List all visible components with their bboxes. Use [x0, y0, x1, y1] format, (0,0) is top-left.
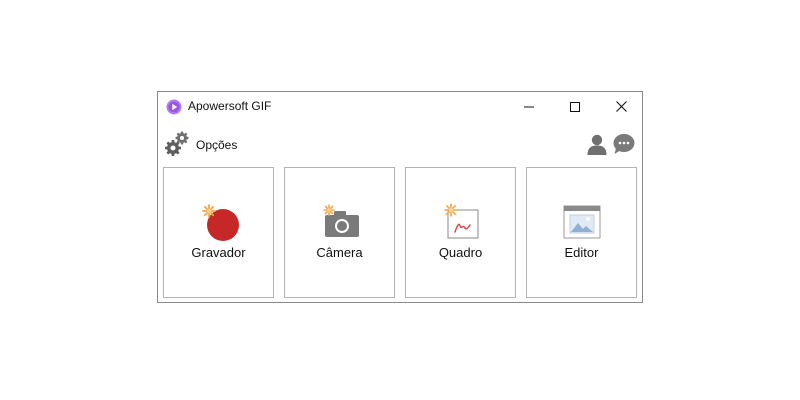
chat-bubble-icon[interactable]	[612, 133, 636, 155]
maximize-button[interactable]	[552, 92, 598, 121]
title-bar[interactable]: Apowersoft GIF	[158, 92, 642, 122]
minimize-icon	[524, 106, 534, 107]
editor-icon	[562, 202, 602, 242]
whiteboard-tile[interactable]: Quadro	[405, 167, 516, 298]
whiteboard-icon	[441, 202, 481, 242]
app-window: Apowersoft GIF Opções Gravador Câmera Qu…	[157, 91, 643, 303]
close-button[interactable]	[598, 92, 644, 121]
whiteboard-label: Quadro	[438, 245, 483, 260]
recorder-label: Gravador	[191, 245, 246, 260]
recorder-tile[interactable]: Gravador	[163, 167, 274, 298]
window-title: Apowersoft GIF	[188, 99, 272, 113]
gears-icon[interactable]	[165, 131, 191, 157]
camera-tile[interactable]: Câmera	[284, 167, 395, 298]
maximize-icon	[570, 101, 580, 112]
minimize-button[interactable]	[506, 92, 552, 121]
user-account-icon[interactable]	[586, 133, 608, 155]
options-button[interactable]: Opções	[196, 138, 237, 152]
camera-icon	[320, 202, 360, 242]
record-icon	[199, 202, 239, 242]
editor-label: Editor	[564, 245, 599, 260]
close-icon	[615, 101, 627, 112]
toolbar: Opções	[158, 128, 642, 160]
camera-label: Câmera	[316, 245, 363, 260]
app-logo-icon	[166, 99, 182, 115]
editor-tile[interactable]: Editor	[526, 167, 637, 298]
